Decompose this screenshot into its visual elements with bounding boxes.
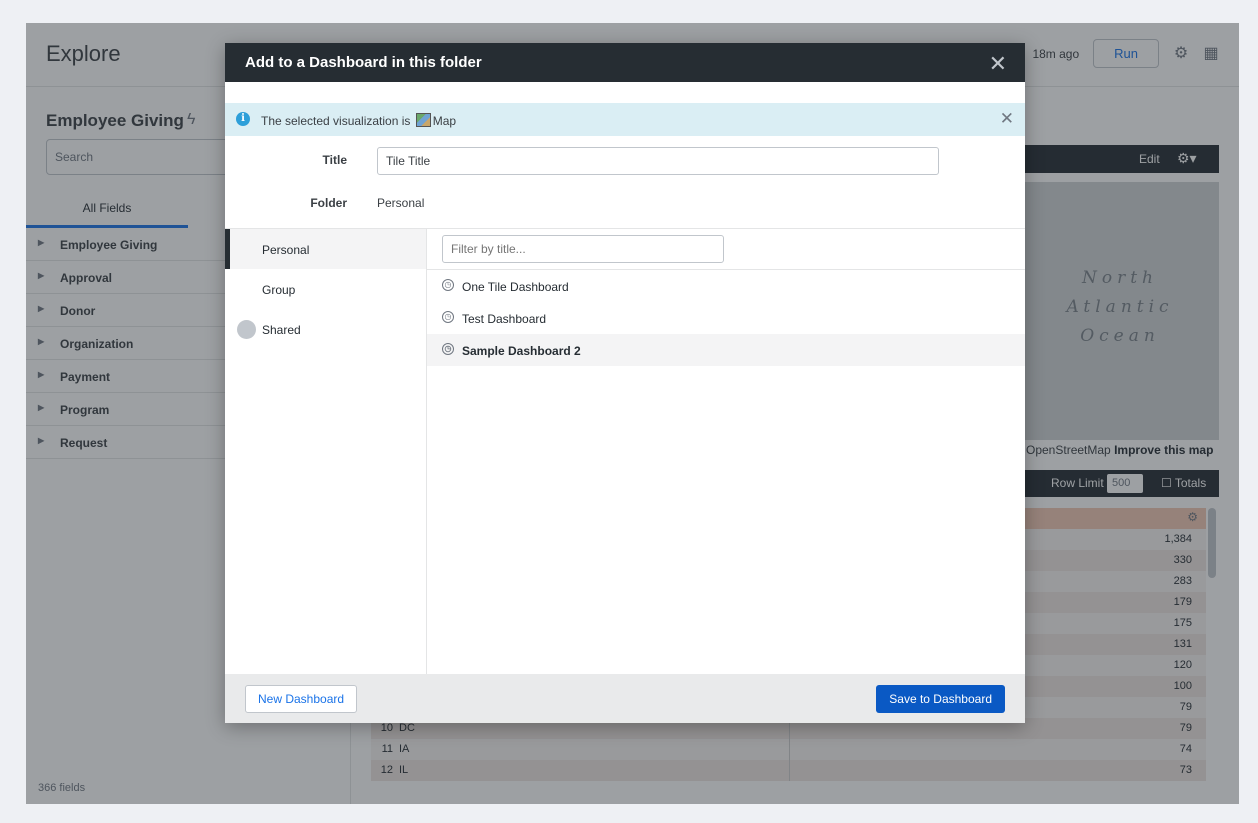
map-icon	[415, 113, 431, 127]
title-label: Title	[322, 153, 347, 167]
add-to-dashboard-dialog: Add to a Dashboard in this folder ✕ i Th…	[225, 43, 1025, 723]
folder-label: Folder	[310, 196, 347, 210]
dialog-header: Add to a Dashboard in this folder ✕	[225, 43, 1025, 82]
dialog-title: Add to a Dashboard in this folder	[245, 54, 482, 71]
close-icon[interactable]: ✕	[1000, 109, 1014, 129]
dashboard-icon: ◷	[442, 279, 454, 291]
info-viz-type: Map	[432, 114, 457, 128]
dashboard-picker: Personal Group Shared ◷ One Tile Dashboa…	[225, 228, 1025, 675]
dashboard-icon: ◷	[442, 311, 454, 323]
info-banner: i The selected visualization is Map ✕	[225, 103, 1025, 136]
folder-item-group[interactable]: Group	[225, 269, 426, 309]
tile-title-input[interactable]	[377, 147, 939, 175]
dashboard-label: Test Dashboard	[462, 312, 547, 326]
info-text: The selected visualization is Map	[261, 113, 456, 128]
info-icon: i	[236, 112, 250, 126]
dashboard-label: Sample Dashboard 2	[462, 344, 581, 358]
folder-item-personal[interactable]: Personal	[225, 229, 426, 269]
folder-item-label: Shared	[262, 323, 301, 337]
dashboard-item[interactable]: ◷ Sample Dashboard 2	[427, 334, 1025, 366]
dialog-footer: New Dashboard Save to Dashboard	[225, 674, 1025, 723]
info-prefix: The selected visualization is	[261, 114, 411, 128]
folder-value: Personal	[377, 196, 425, 210]
dashboard-item[interactable]: ◷ One Tile Dashboard	[427, 270, 1025, 302]
save-to-dashboard-button[interactable]: Save to Dashboard	[876, 685, 1005, 713]
folder-item-shared[interactable]: Shared	[225, 309, 426, 349]
close-icon[interactable]: ✕	[989, 51, 1007, 77]
filter-input[interactable]	[442, 235, 724, 263]
folder-list: Personal Group Shared	[225, 229, 427, 675]
dashboard-label: One Tile Dashboard	[462, 280, 569, 294]
new-dashboard-button[interactable]: New Dashboard	[245, 685, 358, 713]
avatar	[237, 320, 256, 339]
dashboard-icon: ◷	[442, 343, 454, 355]
dashboard-item[interactable]: ◷ Test Dashboard	[427, 302, 1025, 334]
dashboard-list: ◷ One Tile Dashboard ◷ Test Dashboard ◷ …	[427, 269, 1025, 426]
